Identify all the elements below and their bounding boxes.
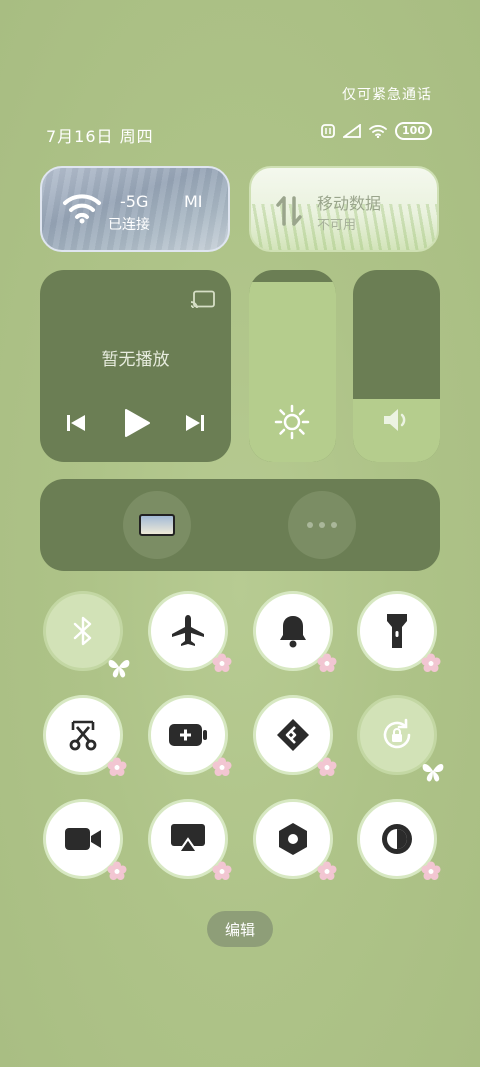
flashlight-icon	[387, 614, 407, 648]
nfc-icon	[321, 124, 335, 138]
toggle-dark-mode-wrap	[357, 799, 441, 880]
flower-icon	[317, 757, 337, 776]
wifi-network-name: -5G	[120, 192, 149, 211]
toggle-airplane-wrap	[148, 591, 232, 672]
toggle-bell-wrap	[253, 591, 337, 672]
airplane-icon	[172, 615, 204, 646]
contrast-icon	[382, 824, 412, 854]
mi-share-icon	[277, 719, 309, 751]
signal-icon	[343, 124, 361, 138]
toggle-rotation-wrap	[357, 695, 444, 782]
toggle-screen-record-wrap	[43, 799, 127, 880]
toggle-flashlight-wrap	[357, 591, 441, 672]
flower-icon	[212, 757, 232, 776]
flower-icon	[317, 653, 337, 672]
wifi-state: 已连接	[108, 217, 150, 233]
wifi-brand: MI	[184, 192, 203, 211]
toggle-hex-wrap	[253, 799, 337, 880]
toggle-cast-wrap	[148, 799, 232, 880]
toggle-bluetooth-wrap	[43, 591, 130, 678]
bell-icon	[280, 616, 306, 648]
brightness-icon	[274, 404, 310, 440]
screen-thumbnail-icon	[139, 514, 175, 536]
mobile-data-title: 移动数据	[317, 194, 382, 213]
butterfly-icon	[108, 660, 130, 678]
media-status: 暂无播放	[101, 350, 170, 370]
screen-cast-icon	[171, 824, 205, 853]
bluetooth-icon	[73, 616, 92, 646]
toggle-battery-saver-wrap	[148, 695, 232, 776]
cast-icon[interactable]	[190, 290, 216, 310]
screen-mirror-button[interactable]	[123, 491, 191, 559]
date-label: 7月16日 周四	[46, 127, 154, 146]
toggle-screenshot-wrap	[43, 695, 127, 776]
edit-button[interactable]: 编辑	[207, 911, 273, 947]
wifi-tile[interactable]: -5G MI 已连接	[40, 166, 230, 252]
more-button[interactable]	[288, 491, 356, 559]
brightness-slider[interactable]	[249, 270, 336, 462]
flower-icon	[421, 861, 441, 880]
mobile-data-tile[interactable]: 移动数据 不可用	[249, 166, 439, 252]
media-player: 暂无播放	[40, 270, 231, 462]
shortcut-bar	[40, 479, 440, 571]
volume-slider[interactable]	[353, 270, 440, 462]
flower-icon	[107, 757, 127, 776]
battery-plus-icon	[169, 724, 207, 746]
toggle-mi-share-wrap	[253, 695, 337, 776]
flower-icon	[212, 861, 232, 880]
wifi-status-icon	[369, 124, 387, 138]
play-icon[interactable]	[123, 408, 151, 438]
battery-indicator: 100	[395, 122, 432, 140]
emergency-calls-only: 仅可紧急通话	[342, 87, 432, 103]
rotation-lock-icon	[383, 718, 411, 749]
flower-icon	[317, 861, 337, 880]
volume-icon	[384, 409, 406, 431]
scissors-icon	[69, 720, 97, 751]
previous-icon[interactable]	[66, 413, 86, 433]
video-camera-icon	[65, 828, 101, 850]
hexagon-settings-icon	[279, 823, 307, 855]
butterfly-icon	[422, 764, 444, 782]
flower-icon	[421, 653, 441, 672]
next-icon[interactable]	[185, 413, 205, 433]
flower-icon	[107, 861, 127, 880]
more-dots-icon	[307, 522, 337, 528]
flower-icon	[212, 653, 232, 672]
status-icons: 100	[321, 122, 432, 140]
wifi-icon	[63, 194, 101, 224]
data-arrows-icon	[276, 196, 302, 226]
mobile-data-state: 不可用	[317, 218, 357, 233]
